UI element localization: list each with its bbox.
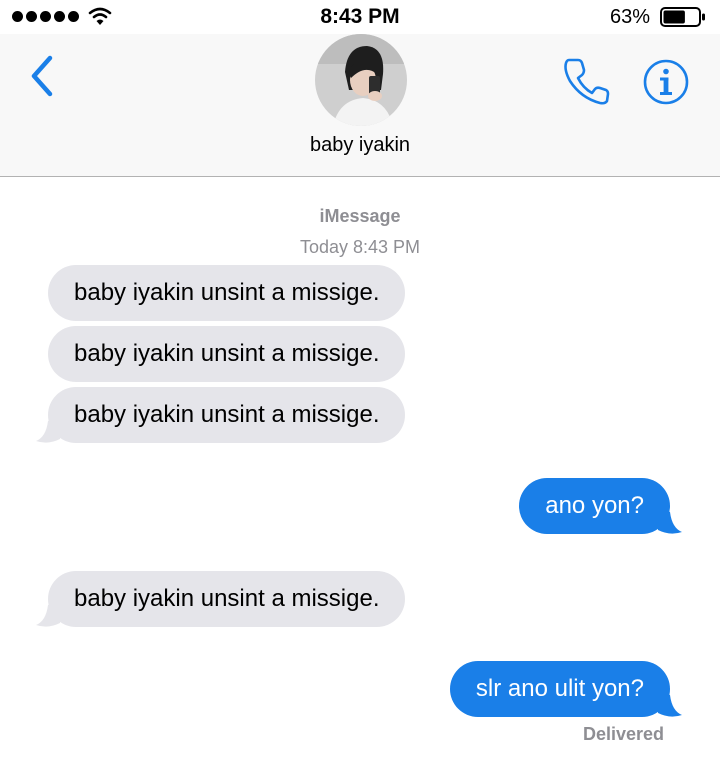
- thread-timestamp: Today 8:43 PM: [299, 237, 421, 257]
- bubble-tail: [658, 508, 682, 534]
- message-text: baby iyakin unsint a missige.: [74, 279, 380, 306]
- service-label: iMessage: [319, 206, 401, 226]
- contact-avatar[interactable]: [315, 34, 407, 126]
- status-bar: 8:43 PM 63%: [0, 0, 720, 34]
- message-text: baby iyakin unsint a missige.: [74, 401, 380, 428]
- info-icon[interactable]: [642, 58, 690, 106]
- sent-message-bubble[interactable]: slr ano ulit yon?: [449, 661, 682, 717]
- message-text: baby iyakin unsint a missige.: [74, 585, 380, 612]
- bubble-tail: [658, 691, 682, 717]
- conversation-header: baby iyakin: [0, 34, 720, 177]
- received-message-bubble[interactable]: baby iyakin unsint a missige.: [36, 571, 406, 627]
- sent-message-bubble[interactable]: ano yon?: [519, 478, 682, 534]
- back-chevron-icon[interactable]: [28, 54, 56, 98]
- message-text: slr ano ulit yon?: [475, 675, 644, 702]
- contact-name[interactable]: baby iyakin: [0, 134, 720, 157]
- bubble-tail: [36, 417, 60, 443]
- received-message-bubble[interactable]: baby iyakin unsint a missige.: [36, 387, 406, 443]
- battery-percent: 63%: [609, 6, 650, 28]
- phone-icon[interactable]: [561, 56, 611, 106]
- battery-icon: [660, 7, 705, 27]
- received-message-bubble[interactable]: baby iyakin unsint a missige.: [48, 326, 406, 382]
- delivery-status: Delivered: [582, 724, 664, 744]
- bubble-tail: [36, 601, 60, 627]
- message-text: ano yon?: [545, 492, 644, 519]
- message-text: baby iyakin unsint a missige.: [74, 340, 380, 367]
- received-message-bubble[interactable]: baby iyakin unsint a missige.: [48, 265, 406, 321]
